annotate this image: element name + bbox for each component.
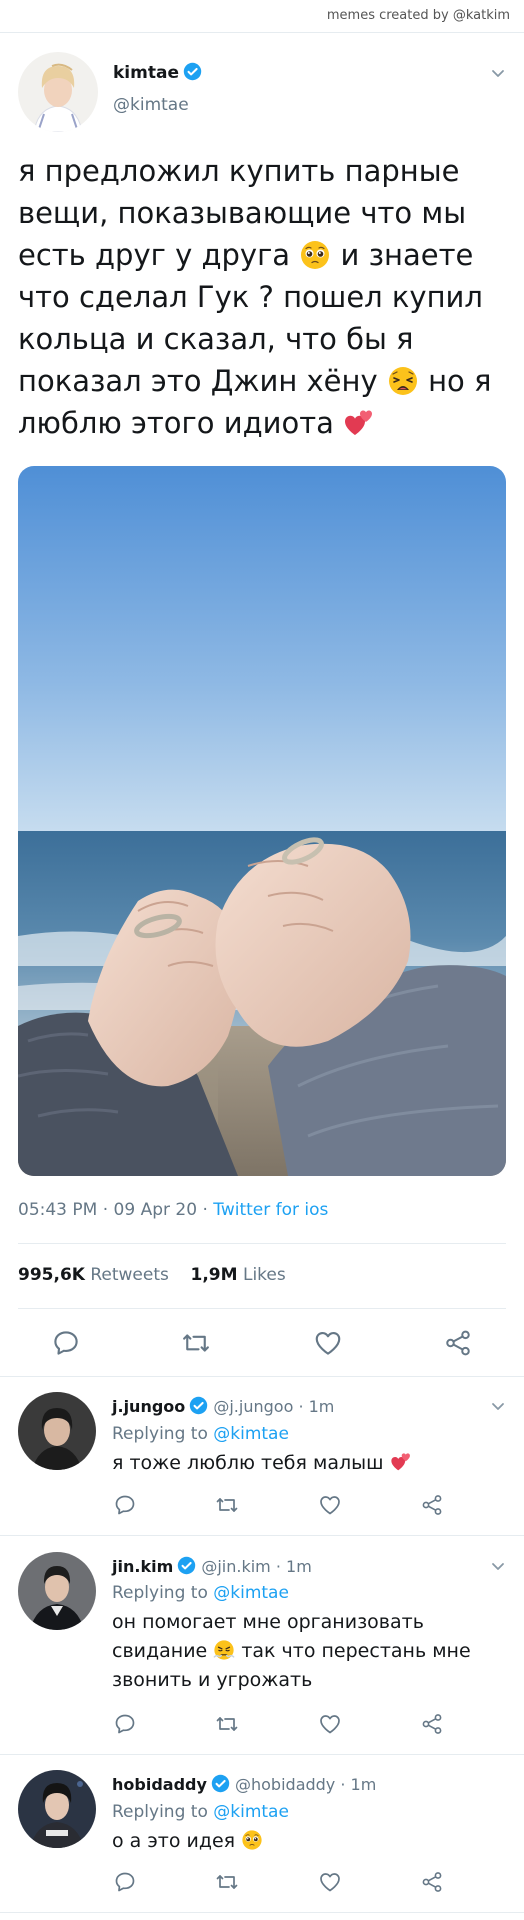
reply-icon[interactable] bbox=[113, 1870, 137, 1894]
verified-badge-icon bbox=[189, 1396, 208, 1415]
author-handle[interactable]: @kimtae bbox=[113, 95, 189, 115]
reply-text: о а это идея bbox=[112, 1827, 507, 1856]
likes-count: 1,9M bbox=[190, 1265, 238, 1285]
reply-text-content: я тоже люблю тебя малыш bbox=[112, 1452, 384, 1474]
tweet-source-link[interactable]: Twitter for ios bbox=[213, 1200, 328, 1220]
divider bbox=[0, 1376, 524, 1377]
retweet-icon[interactable] bbox=[215, 1712, 239, 1736]
replying-to: Replying to @kimtae bbox=[112, 1424, 289, 1444]
pleading-face-emoji-icon bbox=[241, 1829, 263, 1851]
likes-stat[interactable]: 1,9M Likes bbox=[191, 1265, 286, 1285]
reply-time: · 1m bbox=[275, 1557, 312, 1576]
retweet-icon[interactable] bbox=[215, 1870, 239, 1894]
face-with-steam-emoji-icon bbox=[213, 1639, 235, 1661]
tweet-meta: 05:43 PM · 09 Apr 20 · Twitter for ios bbox=[18, 1200, 328, 1220]
pleading-face-emoji-icon bbox=[299, 239, 331, 271]
chevron-down-icon[interactable] bbox=[490, 65, 506, 81]
heart-icon[interactable] bbox=[318, 1493, 342, 1517]
divider bbox=[0, 1912, 524, 1913]
watermark: memes created by @katkim bbox=[326, 8, 510, 23]
two-hearts-emoji-icon bbox=[390, 1451, 412, 1473]
reply-icon[interactable] bbox=[113, 1493, 137, 1517]
chevron-down-icon[interactable] bbox=[490, 1398, 506, 1414]
verified-badge-icon bbox=[211, 1774, 230, 1793]
reply-header: hobidaddy @hobidaddy · 1m bbox=[112, 1774, 376, 1794]
share-icon[interactable] bbox=[443, 1328, 473, 1358]
avatar[interactable] bbox=[18, 1552, 96, 1630]
reply-time: · 1m bbox=[298, 1397, 335, 1416]
reply-icon[interactable] bbox=[51, 1328, 81, 1358]
retweet-icon[interactable] bbox=[181, 1328, 211, 1358]
reply-text: он помогает мне организовать свидание та… bbox=[112, 1608, 507, 1695]
reply-text: я тоже люблю тебя малыш bbox=[112, 1449, 507, 1478]
replying-to-link[interactable]: @kimtae bbox=[213, 1424, 289, 1444]
reply-time: · 1m bbox=[340, 1775, 377, 1794]
avatar[interactable] bbox=[18, 1770, 96, 1848]
heart-icon[interactable] bbox=[318, 1870, 342, 1894]
reply-author-handle[interactable]: @j.jungoo bbox=[213, 1397, 293, 1416]
divider bbox=[18, 1308, 506, 1309]
heart-icon[interactable] bbox=[318, 1712, 342, 1736]
reply-author-name[interactable]: jin.kim bbox=[112, 1557, 173, 1576]
tweet-date: 09 Apr 20 bbox=[113, 1200, 198, 1220]
divider bbox=[0, 1754, 524, 1755]
separator: · bbox=[202, 1200, 208, 1220]
share-icon[interactable] bbox=[420, 1712, 444, 1736]
avatar[interactable] bbox=[18, 52, 98, 132]
reply-header: j.jungoo @j.jungoo · 1m bbox=[112, 1396, 334, 1416]
two-hearts-emoji-icon bbox=[343, 407, 375, 439]
replying-to: Replying to @kimtae bbox=[112, 1802, 289, 1822]
separator: · bbox=[102, 1200, 109, 1220]
share-icon[interactable] bbox=[420, 1870, 444, 1894]
replying-to-link[interactable]: @kimtae bbox=[213, 1802, 289, 1822]
replying-to-label: Replying to bbox=[112, 1802, 208, 1822]
reply-author-handle[interactable]: @jin.kim bbox=[201, 1557, 270, 1576]
replying-to-label: Replying to bbox=[112, 1583, 208, 1603]
divider bbox=[0, 1535, 524, 1536]
author-name-text: kimtae bbox=[113, 63, 179, 83]
replying-to-label: Replying to bbox=[112, 1424, 208, 1444]
divider bbox=[0, 32, 524, 33]
retweets-count: 995,6K bbox=[18, 1265, 85, 1285]
chevron-down-icon[interactable] bbox=[490, 1558, 506, 1574]
divider bbox=[18, 1243, 506, 1244]
tweet-text: я предложил купить парные вещи, показыва… bbox=[18, 150, 508, 444]
retweets-stat[interactable]: 995,6K Retweets bbox=[18, 1265, 169, 1285]
tweet-photo[interactable] bbox=[18, 466, 506, 1176]
reply-author-name[interactable]: j.jungoo bbox=[112, 1397, 185, 1416]
weary-face-emoji-icon bbox=[387, 365, 419, 397]
reply-icon[interactable] bbox=[113, 1712, 137, 1736]
retweets-label: Retweets bbox=[90, 1265, 169, 1285]
reply-author-handle[interactable]: @hobidaddy bbox=[235, 1775, 335, 1794]
tweet-time: 05:43 PM bbox=[18, 1200, 98, 1220]
share-icon[interactable] bbox=[420, 1493, 444, 1517]
reply-header: jin.kim @jin.kim · 1m bbox=[112, 1556, 312, 1576]
avatar[interactable] bbox=[18, 1392, 96, 1470]
reply-author-name[interactable]: hobidaddy bbox=[112, 1775, 207, 1794]
retweet-icon[interactable] bbox=[215, 1493, 239, 1517]
verified-badge-icon bbox=[177, 1556, 196, 1575]
author-name[interactable]: kimtae bbox=[113, 62, 202, 83]
likes-label: Likes bbox=[242, 1265, 286, 1285]
heart-icon[interactable] bbox=[313, 1328, 343, 1358]
tweet-stats: 995,6K Retweets 1,9M Likes bbox=[18, 1265, 286, 1285]
reply-text-content: о а это идея bbox=[112, 1830, 236, 1852]
verified-badge-icon bbox=[183, 62, 202, 81]
replying-to-link[interactable]: @kimtae bbox=[213, 1583, 289, 1603]
replying-to: Replying to @kimtae bbox=[112, 1583, 289, 1603]
